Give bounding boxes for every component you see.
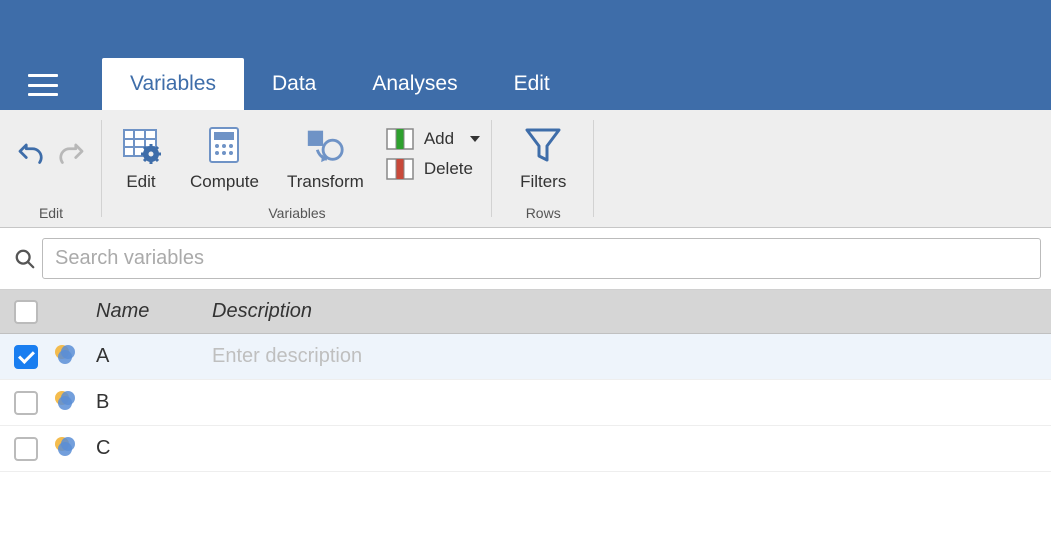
search-input[interactable] (42, 238, 1041, 279)
ribbon-toolbar: Edit (0, 110, 1051, 228)
variable-name[interactable]: A (92, 345, 212, 368)
compute-button[interactable]: Compute (176, 118, 273, 192)
filters-label: Filters (520, 172, 566, 192)
ribbon-group-label-rows: Rows (526, 203, 561, 223)
variables-table: Name Description AEnter descriptionBC (0, 289, 1051, 472)
table-row[interactable]: B (0, 380, 1051, 426)
redo-icon (56, 140, 88, 170)
select-all-checkbox[interactable] (14, 300, 38, 324)
delete-column-icon (386, 158, 414, 180)
edit-variable-button[interactable]: Edit (106, 118, 176, 192)
table-row[interactable]: C (0, 426, 1051, 472)
add-column-icon (386, 128, 414, 150)
transform-label: Transform (287, 172, 364, 192)
edit-variable-label: Edit (126, 172, 155, 192)
row-checkbox[interactable] (14, 345, 38, 369)
column-header-description[interactable]: Description (212, 300, 1051, 323)
calculator-icon (204, 124, 244, 166)
table-row[interactable]: AEnter description (0, 334, 1051, 380)
delete-label: Delete (424, 159, 473, 179)
add-delete-stack: Add Delete (378, 118, 488, 180)
variable-type-icon (52, 434, 92, 464)
ribbon-group-label-edit: Edit (39, 203, 63, 223)
hamburger-icon[interactable] (28, 74, 58, 96)
compute-label: Compute (190, 172, 259, 192)
variable-name[interactable]: B (92, 391, 212, 414)
variable-type-icon (52, 388, 92, 418)
search-icon (8, 248, 42, 270)
funnel-icon (523, 124, 563, 166)
chevron-down-icon (470, 136, 480, 142)
ribbon-group-variables: Edit Compute (102, 110, 492, 227)
main-menu-row: Variables Data Analyses Edit (0, 6, 1051, 110)
delete-variable-button[interactable]: Delete (386, 158, 480, 180)
row-checkbox[interactable] (14, 437, 38, 461)
add-variable-button[interactable]: Add (386, 128, 480, 150)
tab-analyses[interactable]: Analyses (344, 58, 485, 110)
variable-description[interactable]: Enter description (212, 345, 1051, 368)
redo-button[interactable] (56, 140, 88, 175)
tab-edit[interactable]: Edit (486, 58, 578, 110)
column-header-name[interactable]: Name (92, 300, 212, 323)
grid-gear-icon (120, 124, 162, 166)
ribbon-group-edit: Edit (0, 110, 102, 227)
app-header: Variables Data Analyses Edit (0, 0, 1051, 110)
search-row (0, 228, 1051, 289)
add-label: Add (424, 129, 454, 149)
row-checkbox[interactable] (14, 391, 38, 415)
ribbon-group-label-variables: Variables (268, 203, 325, 223)
undo-button[interactable] (14, 140, 46, 175)
tab-variables[interactable]: Variables (102, 58, 244, 110)
transform-button[interactable]: Transform (273, 118, 378, 192)
tab-data[interactable]: Data (244, 58, 344, 110)
transform-icon (304, 124, 346, 166)
filters-button[interactable]: Filters (506, 118, 580, 192)
undo-icon (14, 140, 46, 170)
ribbon-group-rows: Filters Rows (492, 110, 594, 227)
variable-name[interactable]: C (92, 437, 212, 460)
table-header-row: Name Description (0, 290, 1051, 334)
variable-type-icon (52, 342, 92, 372)
